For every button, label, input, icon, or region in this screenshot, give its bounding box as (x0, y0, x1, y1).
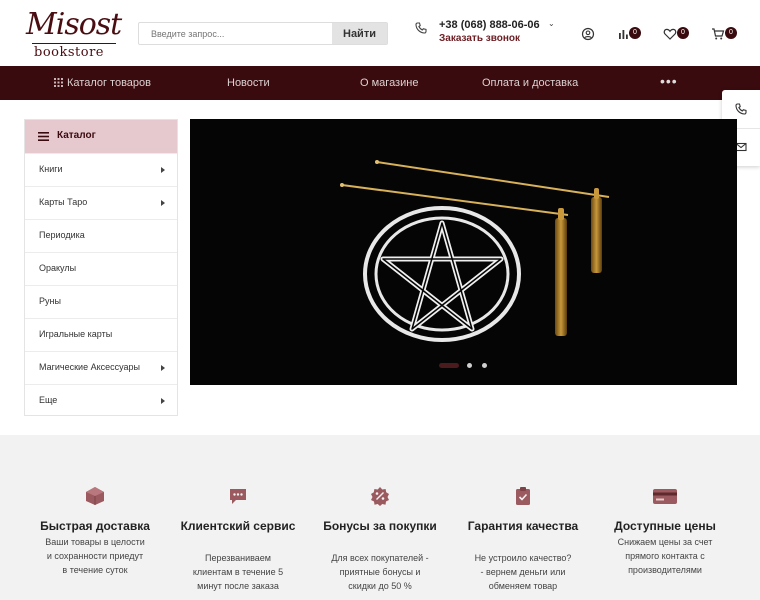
menu-icon (38, 132, 49, 141)
nav-item-about[interactable]: О магазине (360, 66, 418, 100)
catalog-item-label: Руны (39, 296, 61, 306)
catalog-item-playing-cards[interactable]: Игральные карты (25, 318, 177, 351)
catalog-item-label: Игральные карты (39, 329, 113, 339)
catalog-item-label: Магические Аксессуары (39, 362, 141, 372)
clipboard-check-icon (516, 487, 530, 505)
feature-desc-line: минут после заказа (197, 581, 279, 591)
chevron-right-icon (161, 200, 165, 206)
cart-count-badge: 0 (725, 27, 737, 39)
chat-icon (230, 489, 246, 504)
chevron-right-icon (161, 398, 165, 404)
feature-title: Быстрая доставка (40, 519, 150, 533)
search-button[interactable]: Найти (332, 23, 387, 44)
feature-title: Доступные цены (614, 519, 716, 533)
feature-desc-line: клиентам в течение 5 (192, 567, 284, 577)
callback-link[interactable]: Заказать звонок (439, 33, 520, 44)
favorites-count-badge: 0 (677, 27, 689, 39)
catalog-item-label: Книги (39, 164, 63, 174)
search-input[interactable] (139, 23, 333, 44)
chevron-right-icon (161, 167, 165, 173)
slider-dot[interactable] (482, 363, 487, 368)
nav-more-button[interactable]: ••• (660, 66, 678, 100)
nav-item-news[interactable]: Новости (227, 66, 270, 100)
feature-desc-line: Для всех покупателей - (331, 553, 429, 563)
catalog-item-oracles[interactable]: Оракулы (25, 252, 177, 285)
catalog-item-books[interactable]: Книги (25, 153, 177, 186)
logo-subtitle: bookstore (34, 45, 104, 60)
catalog-item-periodicals[interactable]: Периодика (25, 219, 177, 252)
credit-card-icon (653, 489, 677, 504)
catalog-item-label: Оракулы (39, 263, 77, 273)
feature-desc-line: приятные бонусы и (339, 567, 421, 577)
catalog-header[interactable]: Каталог (25, 120, 177, 153)
catalog-item-more[interactable]: Еще (25, 384, 177, 417)
slider-dot[interactable] (467, 363, 472, 368)
catalog-item-runes[interactable]: Руны (25, 285, 177, 318)
catalog-item-label: Периодика (39, 230, 85, 240)
discount-icon (371, 487, 389, 506)
feature-desc-line: обменяем товар (488, 581, 558, 591)
catalog-item-magic-accessories[interactable]: Магические Аксессуары (25, 351, 177, 384)
catalog-item-label: Карты Таро (39, 197, 88, 207)
feature-desc-line: Ваши товары в целости (45, 537, 145, 547)
feature-desc-line: прямого контакта с (625, 551, 705, 561)
feature-desc-line: и сохранности приедут (46, 551, 144, 561)
search-bar: Найти (138, 22, 388, 45)
feature-desc-line: - вернем деньги или (480, 567, 566, 577)
user-icon[interactable] (581, 27, 595, 41)
catalog-item-label: Еще (39, 395, 58, 405)
features-section: Быстрая доставка Ваши товары в целости и… (0, 435, 760, 600)
compare-count-badge: 0 (629, 27, 641, 39)
site-header: Misost bookstore Найти +38 (068) 888-06-… (0, 0, 760, 66)
phone-icon (415, 22, 427, 34)
logo-script-text: Misost (26, 7, 122, 42)
main-nav: Каталог товаров Новости О магазине Оплат… (0, 66, 760, 100)
box-icon (86, 487, 104, 505)
logo[interactable]: Misost bookstore (24, 7, 122, 61)
hero-banner-slider[interactable] (190, 119, 737, 385)
phone-icon[interactable] (735, 103, 747, 115)
logo-divider (32, 43, 116, 44)
heart-icon[interactable] (663, 27, 677, 41)
feature-desc-line: производителями (628, 565, 702, 575)
feature-title: Клиентский сервис (180, 519, 296, 533)
phone-dropdown-icon[interactable]: ⌄ (548, 19, 555, 28)
cart-icon[interactable] (711, 27, 725, 41)
nav-item-label: Каталог товаров (67, 77, 151, 89)
grid-icon (54, 78, 63, 87)
chevron-right-icon (161, 365, 165, 371)
nav-item-payment-delivery[interactable]: Оплата и доставка (482, 66, 578, 100)
catalog-title: Каталог (57, 130, 96, 141)
feature-desc-line: скидки до 50 % (348, 581, 412, 591)
feature-desc-line: Не устроило качество? (474, 553, 572, 563)
banner-image (340, 160, 610, 342)
feature-title: Гарантия качества (467, 519, 579, 533)
feature-title: Бонусы за покупки (323, 519, 437, 533)
catalog-sidebar: Каталог Книги Карты Таро Периодика Ораку… (24, 119, 178, 416)
phone-number[interactable]: +38 (068) 888-06-06 (439, 19, 540, 31)
feature-desc-line: в течение суток (62, 565, 128, 575)
feature-desc-line: Перезваниваем (205, 553, 271, 563)
feature-desc-line: Снижаем цены за счет (617, 537, 713, 547)
slider-dot-active[interactable] (439, 363, 459, 368)
nav-item-catalog[interactable]: Каталог товаров (54, 66, 151, 100)
catalog-item-tarot[interactable]: Карты Таро (25, 186, 177, 219)
